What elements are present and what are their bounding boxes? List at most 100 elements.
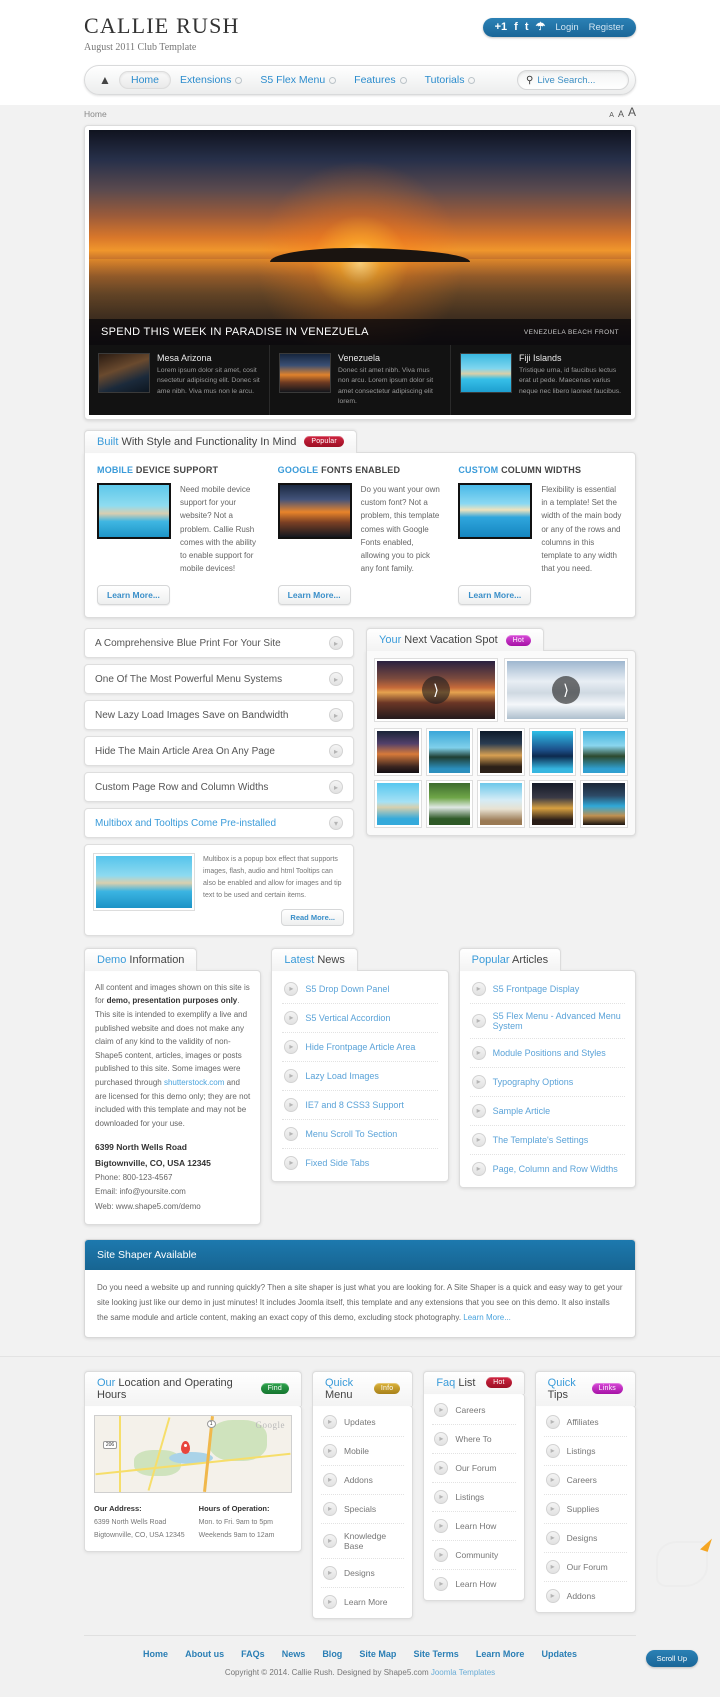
facebook-icon[interactable]: f (514, 22, 518, 33)
list-item[interactable]: ▸ Supplies (543, 1495, 627, 1524)
footer-link-home[interactable]: Home (143, 1649, 168, 1659)
menu-item-home[interactable]: Home (119, 71, 172, 90)
list-item[interactable]: ▸ Menu Scroll To Section (282, 1120, 438, 1149)
accordion-item[interactable]: Custom Page Row and Column Widths ▸ (84, 772, 354, 803)
slider-thumb-item[interactable]: Mesa Arizona Lorem ipsum dolor sit amet,… (89, 345, 270, 415)
list-item[interactable]: ▸ Addons (544, 1582, 627, 1610)
font-size-large[interactable]: A (628, 105, 636, 119)
gallery-thumb[interactable] (478, 781, 524, 828)
gallery-thumb[interactable] (529, 781, 576, 828)
social-login-bar[interactable]: +1 f t ☂ Login Register (482, 18, 636, 37)
login-link[interactable]: Login (555, 22, 578, 33)
thumb-title: Venezuela (338, 353, 381, 364)
shutterstock-link[interactable]: shutterstock.com (164, 1078, 224, 1087)
list-item[interactable]: ▸ Module Positions and Styles (469, 1039, 625, 1068)
list-item[interactable]: ▸ Lazy Load Images (282, 1062, 438, 1091)
list-item[interactable]: ▸ Learn How (432, 1570, 515, 1598)
location-map[interactable]: 206 1 Google (94, 1414, 292, 1493)
google-plus-icon[interactable]: +1 (495, 22, 508, 33)
list-item[interactable]: ▸ Specials (321, 1495, 405, 1524)
list-item[interactable]: ▸ IE7 and 8 CSS3 Support (282, 1091, 438, 1120)
joomla-templates-link[interactable]: Joomla Templates (431, 1668, 495, 1677)
gallery-thumb[interactable] (478, 729, 524, 776)
accordion-item-active[interactable]: Multibox and Tooltips Come Pre-installed… (84, 808, 354, 839)
gallery-thumb[interactable] (426, 729, 473, 776)
list-item[interactable]: ▸ Listings (432, 1483, 516, 1512)
learn-more-button[interactable]: Learn More... (97, 585, 170, 606)
list-item[interactable]: ▸ Hide Frontpage Article Area (282, 1033, 438, 1062)
accordion-item[interactable]: A Comprehensive Blue Print For Your Site… (84, 628, 354, 659)
gallery-thumb[interactable] (375, 729, 421, 776)
list-item[interactable]: ▸ Sample Article (469, 1097, 625, 1126)
list-item[interactable]: ▸ Our Forum (432, 1454, 516, 1483)
menu-item-features[interactable]: Features (345, 71, 415, 89)
menu-item-tutorials[interactable]: Tutorials (416, 71, 485, 89)
list-item[interactable]: ▸ Community (432, 1541, 516, 1570)
font-size-medium[interactable]: A (618, 109, 624, 119)
list-item[interactable]: ▸ S5 Flex Menu - Advanced Menu System (469, 1004, 625, 1039)
read-more-button[interactable]: Read More... (281, 908, 344, 926)
hero-slider[interactable]: SPEND THIS WEEK IN PARADISE IN VENEZUELA… (84, 125, 636, 420)
site-shaper-learn-more-link[interactable]: Learn More... (463, 1313, 511, 1322)
module-title: Quick Tips (547, 1376, 576, 1401)
footer-link-about-us[interactable]: About us (185, 1649, 224, 1659)
list-item[interactable]: ▸ S5 Drop Down Panel (282, 975, 438, 1004)
slider-thumb-item[interactable]: Fiji Islands Tristique urna, id faucibus… (451, 345, 631, 415)
list-item[interactable]: ▸ Our Forum (543, 1553, 627, 1582)
learn-more-button[interactable]: Learn More... (277, 585, 351, 606)
register-link[interactable]: Register (589, 22, 624, 33)
list-item[interactable]: ▸ Affiliates (543, 1408, 627, 1437)
twitter-icon[interactable]: t (525, 22, 529, 33)
breadcrumb[interactable]: Home (84, 109, 107, 119)
quick-tips-module: Quick Tips Links ▸ Affiliates ▸ Listings ▸… (534, 1370, 636, 1613)
list-item[interactable]: ▸ The Template's Settings (469, 1126, 625, 1155)
gallery-thumb[interactable] (581, 781, 627, 828)
rss-icon[interactable]: ☂ (536, 22, 546, 33)
gallery-thumb[interactable] (426, 781, 473, 828)
font-size-small[interactable]: A (609, 112, 614, 119)
list-item[interactable]: ▸ Mobile (321, 1437, 405, 1466)
list-item[interactable]: ▸ Designs (321, 1559, 405, 1588)
menu-item-extensions[interactable]: Extensions (171, 71, 251, 89)
copyright: Copyright © 2014. Callie Rush. Designed … (0, 1668, 720, 1697)
gallery-thumb[interactable] (529, 729, 576, 776)
list-item[interactable]: ▸ Fixed Side Tabs (282, 1149, 437, 1177)
gallery-thumb[interactable] (581, 729, 627, 776)
scroll-up-button[interactable]: Scroll Up (645, 1649, 698, 1667)
list-item[interactable]: ▸ Typography Options (469, 1068, 625, 1097)
footer-link-faqs[interactable]: FAQs (241, 1649, 265, 1659)
footer-link-site-terms[interactable]: Site Terms (413, 1649, 458, 1659)
gallery-video-item[interactable]: ⟩ (505, 659, 627, 722)
home-icon[interactable]: ▲ (97, 73, 113, 87)
search-input[interactable]: ⚲ Live Search... (517, 70, 629, 91)
accordion-item[interactable]: Hide The Main Article Area On Any Page ▸ (84, 736, 354, 767)
slider-thumb-item[interactable]: Venezuela Donec sit amet nibh. Viva mus … (270, 345, 451, 415)
footer-link-learn-more[interactable]: Learn More (476, 1649, 525, 1659)
learn-more-button[interactable]: Learn More... (458, 585, 532, 606)
footer-link-blog[interactable]: Blog (322, 1649, 342, 1659)
footer-link-site-map[interactable]: Site Map (359, 1649, 396, 1659)
menu-item-s5-flex-menu[interactable]: S5 Flex Menu (251, 71, 345, 89)
accordion-item[interactable]: New Lazy Load Images Save on Bandwidth ▸ (84, 700, 354, 731)
main-content: Home A A A SPEND THIS WEEK IN PARADISE I… (0, 105, 720, 1356)
gallery-body: ⟩ ⟩ (366, 650, 636, 837)
footer-link-updates[interactable]: Updates (541, 1649, 577, 1659)
list-item[interactable]: ▸ Addons (321, 1466, 405, 1495)
list-item[interactable]: ▸ Where To (432, 1425, 516, 1454)
list-item[interactable]: ▸ Learn How (432, 1512, 516, 1541)
accordion-item[interactable]: One Of The Most Powerful Menu Systems ▸ (84, 664, 354, 695)
menu-label: Features (354, 74, 396, 87)
gallery-video-item[interactable]: ⟩ (375, 659, 497, 722)
list-item[interactable]: ▸ S5 Frontpage Display (469, 975, 625, 1004)
list-item[interactable]: ▸ Listings (543, 1437, 627, 1466)
list-item[interactable]: ▸ S5 Vertical Accordion (282, 1004, 438, 1033)
gallery-thumb[interactable] (375, 781, 421, 828)
list-item[interactable]: ▸ Page, Column and Row Widths (470, 1155, 625, 1183)
list-item[interactable]: ▸ Updates (321, 1408, 405, 1437)
list-item[interactable]: ▸ Careers (543, 1466, 627, 1495)
list-item[interactable]: ▸ Knowledge Base (321, 1524, 405, 1559)
list-item[interactable]: ▸ Designs (543, 1524, 627, 1553)
list-item[interactable]: ▸ Learn More (321, 1588, 404, 1616)
footer-link-news[interactable]: News (282, 1649, 306, 1659)
list-item[interactable]: ▸ Careers (432, 1396, 516, 1425)
